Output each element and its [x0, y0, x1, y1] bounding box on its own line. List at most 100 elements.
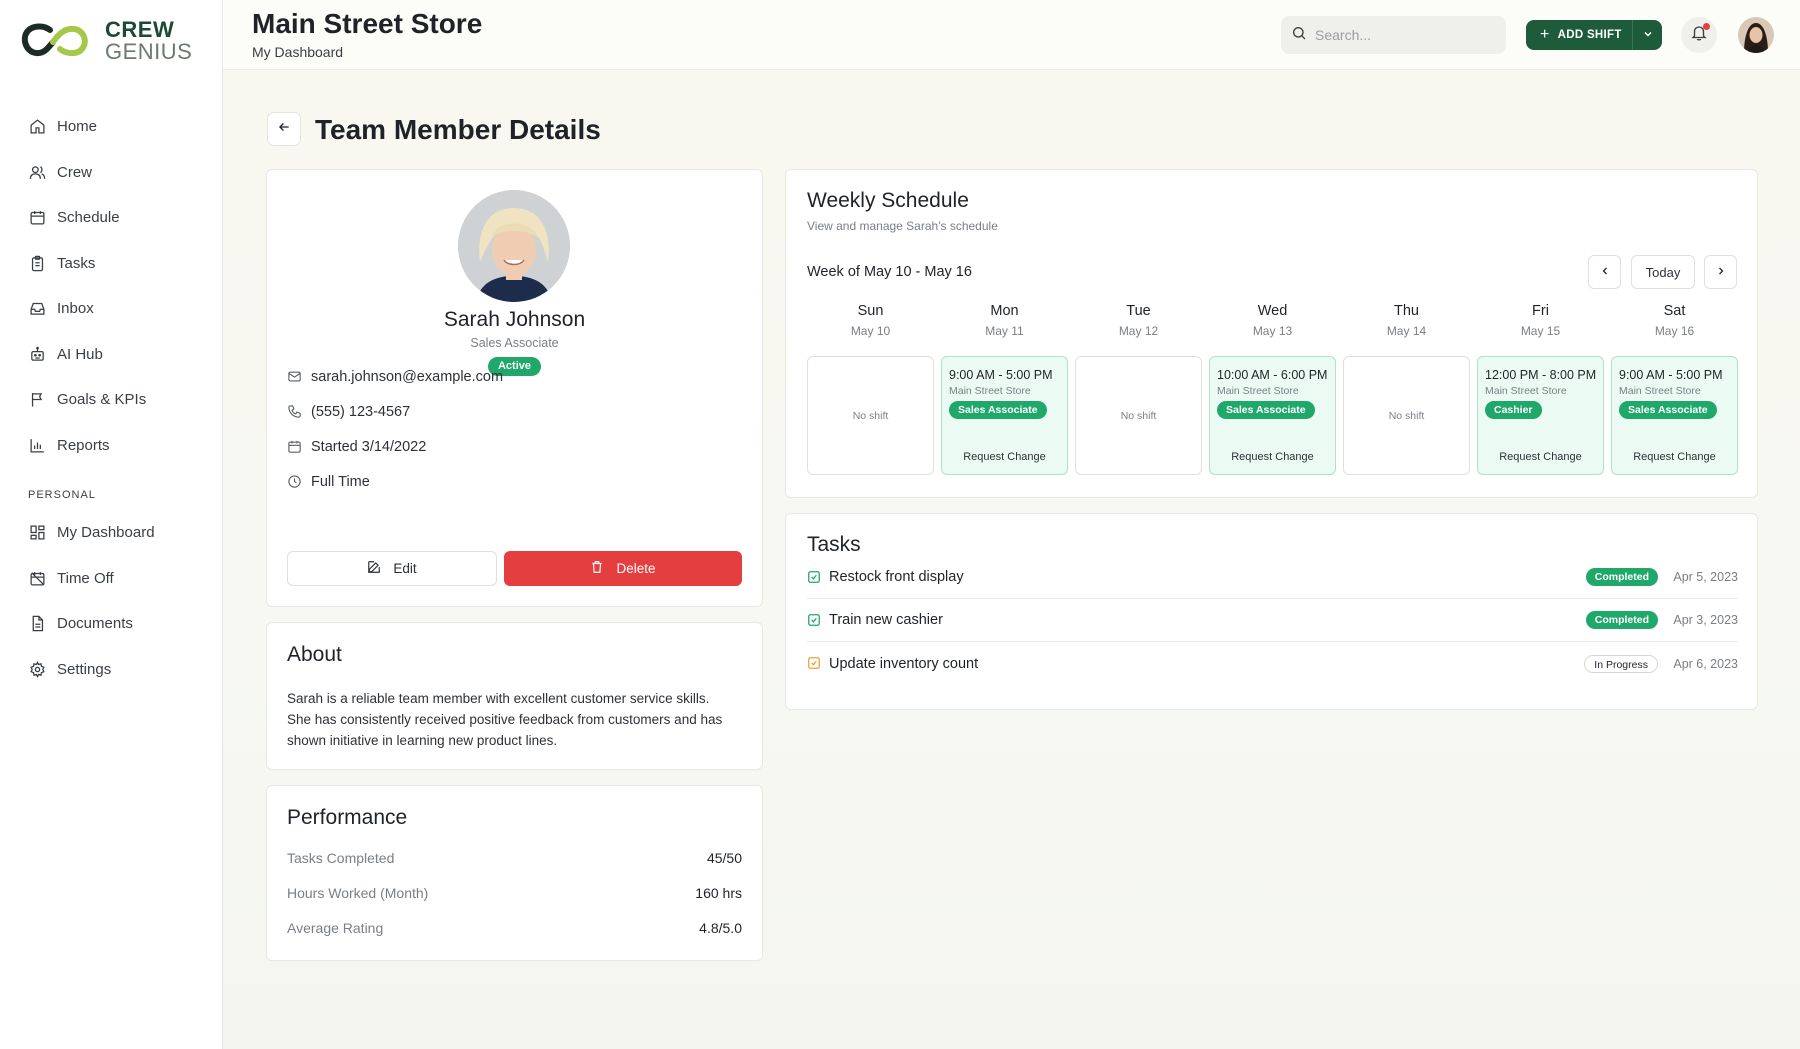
task-date: Apr 5, 2023 [1673, 570, 1738, 584]
shift-slot-fri[interactable]: 12:00 PM - 8:00 PM Main Street Store Cas… [1477, 356, 1604, 475]
sidebar-item-label: Home [57, 118, 98, 136]
sidebar-nav: Home Crew Schedule Tasks Inbox AI Hub Go… [0, 104, 222, 692]
email-text[interactable]: sarah.johnson@example.com [311, 369, 503, 385]
request-change-button[interactable]: Request Change [1478, 451, 1603, 463]
sidebar-item-label: Settings [57, 660, 112, 678]
sidebar-item-label: AI Hub [57, 345, 103, 363]
tasks-title: Tasks [807, 533, 861, 556]
profile-photo [458, 190, 570, 302]
add-shift-button[interactable]: + ADD SHIFT [1526, 20, 1632, 50]
next-week-button[interactable] [1704, 255, 1737, 289]
day-header-mon: Mon May 11 [941, 303, 1068, 338]
shift-role-badge: Sales Associate [949, 401, 1047, 419]
about-card: About Sarah is a reliable team member wi… [266, 622, 763, 770]
day-header-fri: Fri May 15 [1477, 303, 1604, 338]
day-date: May 13 [1252, 324, 1293, 338]
day-name: Sun [857, 303, 884, 319]
add-shift-dropdown-button[interactable] [1632, 20, 1662, 50]
sidebar-item-reports[interactable]: Reports [0, 423, 222, 469]
logo[interactable]: CREW GENIUS [20, 18, 200, 64]
users-icon [28, 163, 46, 181]
sidebar-item-ai-hub[interactable]: AI Hub [0, 332, 222, 378]
delete-label: Delete [616, 561, 656, 576]
phone-icon [287, 404, 303, 420]
calendar-icon [287, 439, 303, 455]
sidebar-item-settings[interactable]: Settings [0, 647, 222, 693]
bar-chart-icon [28, 436, 46, 454]
notifications-button[interactable] [1681, 17, 1717, 53]
shift-time: 9:00 AM - 5:00 PM [1619, 368, 1723, 382]
delete-button[interactable]: Delete [504, 551, 742, 586]
sidebar-item-inbox[interactable]: Inbox [0, 286, 222, 332]
previous-week-button[interactable] [1588, 255, 1621, 289]
task-name: Restock front display [829, 569, 964, 585]
flag-icon [28, 391, 46, 409]
task-name: Train new cashier [829, 612, 943, 628]
performance-label: Tasks Completed [287, 850, 395, 866]
weekly-schedule-card: Weekly Schedule View and manage Sarah's … [785, 169, 1758, 498]
no-shift-label: No shift [1388, 410, 1425, 422]
request-change-button[interactable]: Request Change [942, 451, 1067, 463]
shift-slot-sat[interactable]: 9:00 AM - 5:00 PM Main Street Store Sale… [1611, 356, 1738, 475]
inbox-icon [28, 300, 46, 318]
robot-icon [28, 345, 46, 363]
calendar-icon [28, 209, 46, 227]
task-status-badge: Completed [1585, 568, 1658, 586]
shift-slot-thu[interactable]: No shift [1343, 356, 1470, 475]
schedule-subtitle: View and manage Sarah's schedule [807, 219, 998, 233]
sidebar-item-label: Tasks [57, 254, 96, 272]
shift-location: Main Street Store [1485, 385, 1567, 397]
phone-text[interactable]: (555) 123-4567 [311, 404, 410, 420]
task-row[interactable]: Update inventory count In Progress Apr 6… [807, 642, 1738, 685]
today-button[interactable]: Today [1631, 255, 1695, 289]
contact-start-date: Started 3/14/2022 [287, 439, 426, 455]
checkbox-checked-icon[interactable] [807, 613, 822, 628]
performance-title: Performance [287, 806, 408, 829]
search-input[interactable] [1315, 27, 1495, 43]
back-button[interactable] [267, 112, 301, 146]
checkbox-in-progress-icon[interactable] [807, 656, 822, 671]
request-change-button[interactable]: Request Change [1612, 451, 1737, 463]
shift-slot-tue[interactable]: No shift [1075, 356, 1202, 475]
performance-label: Average Rating [287, 920, 384, 936]
shift-slot-mon[interactable]: 9:00 AM - 5:00 PM Main Street Store Sale… [941, 356, 1068, 475]
shift-slot-wed[interactable]: 10:00 AM - 6:00 PM Main Street Store Sal… [1209, 356, 1336, 475]
sidebar-item-home[interactable]: Home [0, 104, 222, 150]
day-name: Sat [1663, 303, 1686, 319]
sidebar-item-schedule[interactable]: Schedule [0, 195, 222, 241]
task-row[interactable]: Train new cashier Completed Apr 3, 2023 [807, 599, 1738, 642]
shift-slot-sun[interactable]: No shift [807, 356, 934, 475]
request-change-button[interactable]: Request Change [1210, 451, 1335, 463]
performance-row-tasks: Tasks Completed 45/50 [287, 850, 742, 866]
chevron-right-icon [1715, 265, 1727, 280]
sidebar-item-goals[interactable]: Goals & KPIs [0, 377, 222, 423]
search-box[interactable] [1281, 16, 1506, 54]
sidebar-item-documents[interactable]: Documents [0, 601, 222, 647]
section-label-personal: PERSONAL [28, 489, 96, 501]
edit-button[interactable]: Edit [287, 551, 497, 586]
page-title: Team Member Details [315, 114, 601, 145]
chevron-left-icon [1599, 265, 1611, 280]
task-row[interactable]: Restock front display Completed Apr 5, 2… [807, 556, 1738, 599]
plus-icon: + [1540, 26, 1550, 43]
shift-location: Main Street Store [1217, 385, 1299, 397]
sidebar-item-label: Inbox [57, 300, 94, 318]
day-name: Wed [1257, 303, 1288, 319]
task-name: Update inventory count [829, 655, 979, 672]
sidebar-item-my-dashboard[interactable]: My Dashboard [0, 510, 222, 556]
day-header-sat: Sat May 16 [1611, 303, 1738, 338]
shift-time: 9:00 AM - 5:00 PM [949, 368, 1053, 382]
performance-value: 160 hrs [695, 885, 742, 901]
sidebar-item-time-off[interactable]: Time Off [0, 556, 222, 602]
sidebar: CREW GENIUS Home Crew Schedule Tasks Inb… [0, 0, 223, 1049]
checkbox-checked-icon[interactable] [807, 570, 822, 585]
arrow-left-icon [277, 120, 291, 139]
task-date: Apr 6, 2023 [1673, 656, 1738, 671]
day-header-wed: Wed May 13 [1209, 303, 1336, 338]
sidebar-item-crew[interactable]: Crew [0, 150, 222, 196]
add-shift-button-group: + ADD SHIFT [1526, 20, 1662, 50]
sidebar-item-tasks[interactable]: Tasks [0, 241, 222, 287]
user-avatar[interactable] [1738, 17, 1774, 53]
performance-label: Hours Worked (Month) [287, 885, 429, 901]
day-name: Tue [1126, 303, 1151, 319]
